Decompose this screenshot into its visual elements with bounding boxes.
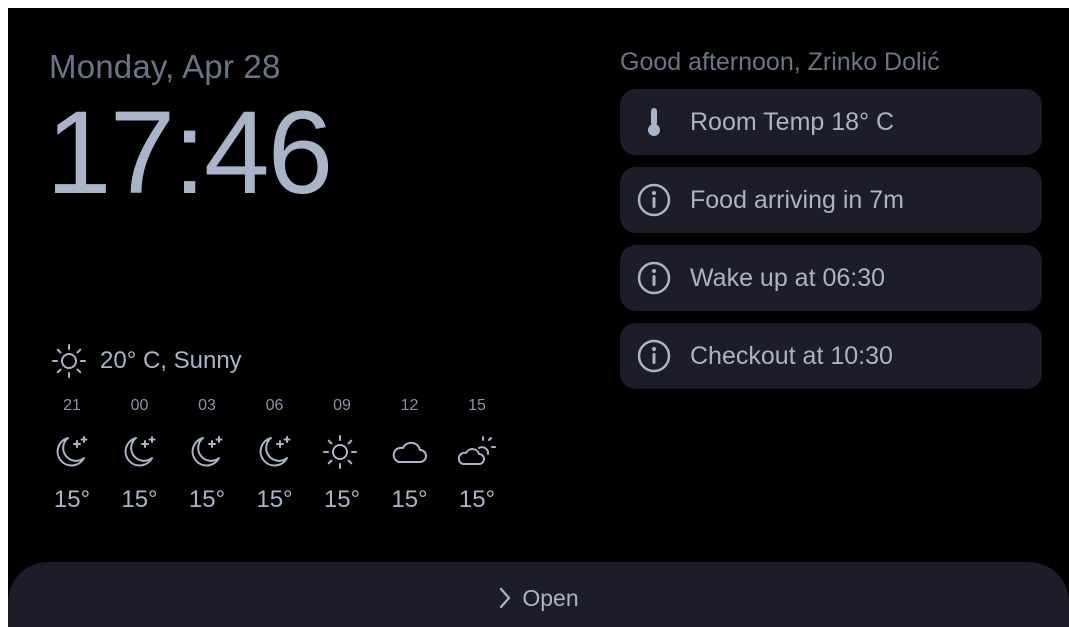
forecast-hour: 12 bbox=[400, 397, 419, 414]
moon-stars-icon bbox=[253, 432, 297, 472]
sun-icon bbox=[320, 432, 364, 472]
forecast-hour: 06 bbox=[265, 397, 284, 414]
forecast-item: 06 15° bbox=[253, 397, 321, 514]
chevron-right-icon bbox=[498, 587, 512, 609]
notification-cards: Room Temp 18° C Food arriving in 7m Wake… bbox=[620, 89, 1042, 401]
forecast-hour: 15 bbox=[468, 397, 486, 414]
date-label: Monday, Apr 28 bbox=[49, 48, 281, 85]
open-label: Open bbox=[522, 584, 579, 611]
card-text: Food arriving in 7m bbox=[690, 185, 904, 214]
forecast-hour: 03 bbox=[198, 397, 216, 414]
info-icon bbox=[636, 260, 672, 296]
cloud-icon bbox=[388, 432, 432, 472]
forecast-temp: 15° bbox=[256, 486, 293, 513]
forecast-temp: 15° bbox=[458, 486, 496, 513]
forecast-item: 15 15° bbox=[455, 397, 523, 514]
forecast-temp: 15° bbox=[53, 486, 91, 513]
forecast-hour: 09 bbox=[333, 397, 351, 414]
forecast-temp: 15° bbox=[188, 486, 226, 513]
card-checkout[interactable]: Checkout at 10:30 bbox=[620, 323, 1042, 389]
current-weather: 20° C, Sunny bbox=[50, 342, 242, 380]
sun-icon bbox=[50, 342, 88, 380]
card-text: Room Temp 18° C bbox=[690, 107, 895, 136]
hourly-forecast: 21 15° 00 15° 03 15° 06 15° 09 15° 12 15… bbox=[50, 397, 523, 514]
current-weather-text: 20° C, Sunny bbox=[100, 347, 242, 374]
thermometer-icon bbox=[636, 104, 672, 140]
open-button[interactable]: Open bbox=[8, 562, 1069, 627]
forecast-hour: 00 bbox=[130, 397, 149, 414]
moon-stars-icon bbox=[118, 432, 162, 472]
card-food[interactable]: Food arriving in 7m bbox=[620, 167, 1042, 233]
card-room-temp[interactable]: Room Temp 18° C bbox=[620, 89, 1042, 155]
forecast-item: 03 15° bbox=[185, 397, 253, 514]
card-text: Wake up at 06:30 bbox=[690, 263, 886, 292]
forecast-temp: 15° bbox=[121, 486, 158, 513]
moon-stars-icon bbox=[185, 432, 229, 472]
forecast-item: 12 15° bbox=[388, 397, 456, 514]
info-icon bbox=[636, 338, 672, 374]
forecast-item: 09 15° bbox=[320, 397, 388, 514]
forecast-hour: 21 bbox=[63, 397, 81, 414]
forecast-item: 00 15° bbox=[118, 397, 186, 514]
card-wake-up[interactable]: Wake up at 06:30 bbox=[620, 245, 1042, 311]
forecast-temp: 15° bbox=[391, 486, 428, 513]
moon-stars-icon bbox=[50, 432, 94, 472]
greeting-text: Good afternoon, Zrinko Dolić bbox=[620, 48, 940, 76]
cloud-sun-icon bbox=[455, 432, 499, 472]
card-text: Checkout at 10:30 bbox=[690, 341, 893, 370]
dashboard-screen: Monday, Apr 28 17:46 Good afternoon, Zri… bbox=[8, 8, 1069, 627]
open-button-content: Open bbox=[498, 584, 579, 612]
info-icon bbox=[636, 182, 672, 218]
clock-time: 17:46 bbox=[46, 87, 333, 219]
forecast-temp: 15° bbox=[323, 486, 361, 513]
forecast-item: 21 15° bbox=[50, 397, 118, 514]
